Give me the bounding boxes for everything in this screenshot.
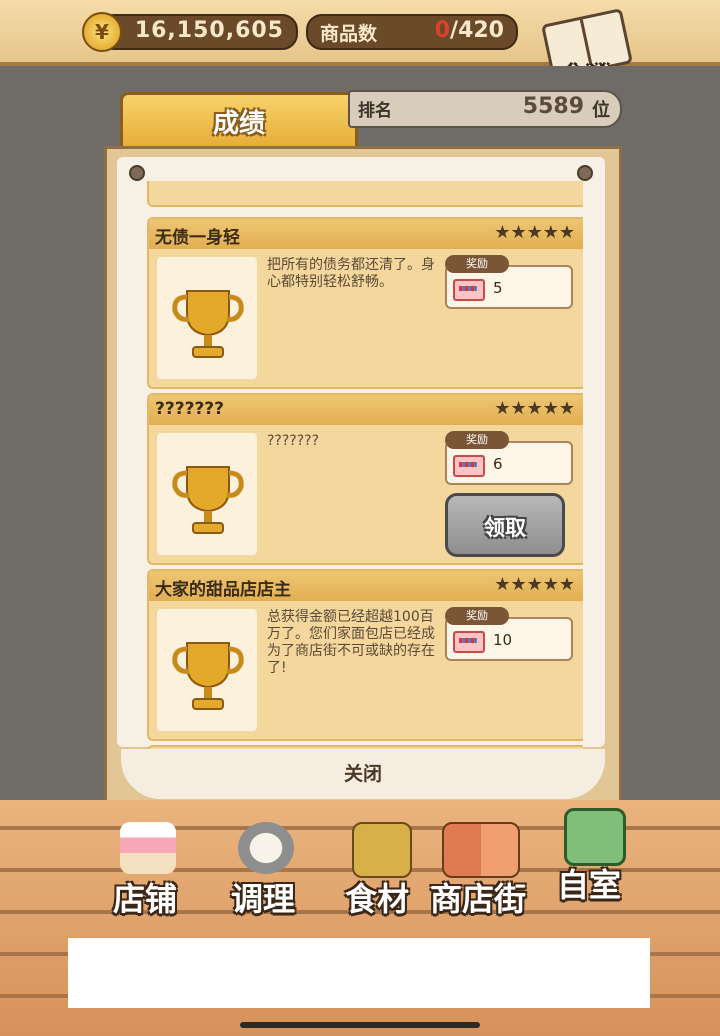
trophy-icon (172, 642, 244, 710)
money-display: ¥ 16,150,605 (82, 12, 298, 52)
nav-cooking[interactable]: 调理 (208, 822, 318, 918)
close-button[interactable]: 关闭 (121, 749, 605, 799)
cake-icon (120, 822, 176, 874)
achievement-paper: 无债一身轻 ★★★★★ 把所有的债务都还清了。身心都特别轻松舒畅。 奖励 5 ?… (117, 157, 605, 749)
achievement-description: 把所有的债务都还清了。身心都特别轻松舒畅。 (267, 257, 435, 290)
star-rating: ★★★★★ (494, 574, 575, 595)
nav-shop-street[interactable]: 商店街 (418, 822, 538, 918)
achievement-title: 大家的甜品店店主 (155, 580, 291, 600)
trophy-icon (172, 466, 244, 534)
star-rating: ★★★★★ (494, 398, 575, 419)
achievement-panel: 无债一身轻 ★★★★★ 把所有的债务都还清了。身心都特别轻松舒畅。 奖励 5 ?… (104, 146, 622, 808)
reward-tag: 奖励 (445, 255, 509, 273)
ticket-icon (453, 631, 485, 653)
achievement-card: ??????? ★★★★★ ??????? 奖励 6 领取 (147, 393, 583, 565)
pin-icon (129, 165, 145, 181)
rank-unit: 位 (592, 100, 610, 121)
goods-max: /420 (450, 18, 504, 43)
achievement-description: ??????? (267, 433, 320, 449)
mixing-bowl-icon (238, 822, 294, 874)
money-value: 16,150,605 (134, 18, 284, 43)
ticket-icon (453, 455, 485, 477)
goods-count-value: 0/420 (435, 18, 504, 43)
reward-tag: 奖励 (445, 607, 509, 625)
achievement-list[interactable]: 无债一身轻 ★★★★★ 把所有的债务都还清了。身心都特别轻松舒畅。 奖励 5 ?… (147, 181, 583, 749)
goods-current: 0 (434, 18, 451, 43)
nav-shop-street-label: 商店街 (429, 880, 526, 918)
achievement-card: 无债一身轻 ★★★★★ 把所有的债务都还清了。身心都特别轻松舒畅。 奖励 5 (147, 217, 583, 389)
shop-street-icon (442, 822, 520, 878)
trophy-icon (172, 290, 244, 358)
card-header: ??????? ★★★★★ (149, 395, 583, 425)
achievement-title: 无债一身轻 (155, 228, 240, 248)
claim-button[interactable]: 领取 (445, 493, 565, 557)
achievement-thumbnail (157, 609, 257, 731)
nav-my-room-label: 自室 (556, 866, 621, 904)
reward-count: 10 (493, 631, 513, 649)
rank-label: 排名 (358, 101, 392, 121)
reward-box: 奖励 6 (445, 431, 573, 485)
tab-ranking[interactable]: 排名 5589 位 (348, 90, 622, 128)
home-indicator[interactable] (240, 1022, 480, 1028)
achievement-description: 总获得金额已经超越100百万了。您们家面包店已经成为了商店街不可或缺的存在了! (267, 609, 435, 676)
achievement-card-partial (147, 181, 583, 207)
achievement-card: 大家的甜品店店主 ★★★★★ 总获得金额已经超越100百万了。您们家面包店已经成… (147, 569, 583, 741)
yen-coin-icon: ¥ (82, 12, 122, 52)
rank-value: 5589 (522, 94, 584, 119)
staff-only-door-icon (564, 808, 626, 866)
pin-icon (577, 165, 593, 181)
achievement-thumbnail (157, 257, 257, 379)
ad-banner[interactable] (68, 938, 650, 1008)
nav-ingredients[interactable]: 食材 (322, 822, 432, 918)
reward-box: 奖励 5 (445, 255, 573, 309)
reward-box: 奖励 10 (445, 607, 573, 661)
nav-shop[interactable]: 店铺 (90, 822, 200, 918)
goods-count-display: 商品数 0/420 (306, 14, 518, 50)
nav-shop-label: 店铺 (112, 880, 177, 918)
goods-count-label: 商品数 (320, 23, 378, 45)
reward-count: 6 (493, 455, 503, 473)
nav-ingredients-label: 食材 (344, 880, 409, 918)
reward-count: 5 (493, 279, 503, 297)
achievement-title: ??????? (155, 399, 225, 419)
card-header: 大家的甜品店店主 ★★★★★ (149, 571, 583, 601)
reward-tag: 奖励 (445, 431, 509, 449)
achievement-thumbnail (157, 433, 257, 555)
star-rating: ★★★★★ (494, 222, 575, 243)
nav-cooking-label: 调理 (230, 880, 295, 918)
flour-sack-icon (352, 822, 412, 878)
card-header: 无债一身轻 ★★★★★ (149, 219, 583, 249)
nav-my-room[interactable]: 自室 (534, 808, 644, 904)
ticket-icon (453, 279, 485, 301)
